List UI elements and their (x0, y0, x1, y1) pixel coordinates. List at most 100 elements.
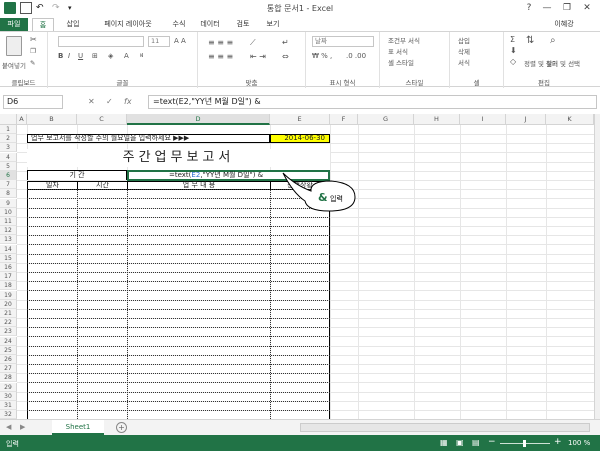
close-button[interactable]: ✕ (580, 2, 594, 14)
zoom-slider-thumb[interactable] (523, 440, 526, 447)
horizontal-scrollbar[interactable] (300, 423, 590, 432)
tab-file[interactable]: 파일 (0, 18, 28, 31)
insert-function-icon[interactable]: fx (124, 97, 132, 106)
tab-formulas[interactable]: 수식 (168, 18, 190, 31)
restore-button[interactable]: ❐ (560, 2, 574, 14)
tab-view[interactable]: 보기 (262, 18, 284, 31)
row-header-1[interactable]: 1 (0, 125, 17, 134)
underline-icon[interactable]: U (78, 52, 83, 60)
row-header-5[interactable]: 5 (0, 161, 17, 171)
row-header-2[interactable]: 2 (0, 134, 17, 144)
clear-icon[interactable]: ◇ (510, 57, 516, 66)
copy-icon[interactable]: ❐ (30, 47, 36, 55)
page-break-view-icon[interactable]: ▤ (472, 438, 480, 447)
row-header-29[interactable]: 29 (0, 382, 17, 392)
column-header-b[interactable]: B (27, 114, 77, 125)
tab-insert[interactable]: 삽입 (60, 18, 86, 31)
row-header-23[interactable]: 23 (0, 327, 17, 337)
period-label[interactable]: 기 간 (27, 170, 127, 180)
report-table-body[interactable] (27, 190, 330, 419)
row-header-12[interactable]: 12 (0, 226, 17, 236)
minimize-button[interactable]: — (540, 2, 554, 14)
confirm-entry-icon[interactable]: ✓ (106, 97, 113, 106)
column-header-d[interactable]: D (127, 114, 270, 125)
align-top-icon[interactable]: ≡ ≡ ≡ (208, 38, 233, 47)
row-header-3[interactable]: 3 (0, 143, 17, 153)
column-header-f[interactable]: F (330, 114, 358, 125)
fill-color-icon[interactable]: ◈ (108, 52, 113, 60)
select-all-corner[interactable] (0, 114, 17, 125)
row-header-7[interactable]: 7 (0, 180, 17, 190)
cancel-entry-icon[interactable]: ✕ (88, 97, 95, 106)
decimal-icon[interactable]: .0 .00 (346, 52, 366, 60)
row-header-4[interactable]: 4 (0, 152, 17, 162)
orientation-icon[interactable]: ⟋ (250, 38, 256, 48)
zoom-in-button[interactable]: + (554, 437, 562, 447)
tab-data[interactable]: 데이터 (196, 18, 224, 31)
row-header-13[interactable]: 13 (0, 235, 17, 245)
fill-icon[interactable]: ⬇ (510, 46, 517, 55)
phonetic-icon[interactable]: ⱝ (140, 52, 143, 61)
row-header-18[interactable]: 18 (0, 281, 17, 291)
table-format-button[interactable]: 표 서식 (388, 46, 408, 56)
row-header-10[interactable]: 10 (0, 207, 17, 217)
row-header-24[interactable]: 24 (0, 336, 17, 346)
grow-font-icon[interactable]: A A (174, 37, 186, 45)
insert-cells-button[interactable]: 삽입 (458, 35, 470, 45)
instruction-cell[interactable]: 업무 보고서를 작성할 주의 월요일을 입력하세요 ▶▶▶ (27, 134, 270, 143)
scroll-left-icon[interactable]: ◀ (6, 423, 11, 431)
column-header-g[interactable]: G (358, 114, 414, 125)
column-header-i[interactable]: I (460, 114, 506, 125)
merge-center-icon[interactable]: ⇔ (282, 52, 289, 61)
formula-input[interactable]: =text(E2,"YY년 M월 D일") & (148, 95, 597, 109)
column-header-c[interactable]: C (77, 114, 127, 125)
help-button[interactable]: ? (522, 2, 536, 14)
wrap-text-icon[interactable]: ↵ (282, 38, 289, 47)
find-select-icon[interactable]: ⌕ (550, 35, 556, 46)
font-color-icon[interactable]: A (124, 52, 129, 60)
column-header-a[interactable]: A (17, 114, 27, 125)
page-layout-view-icon[interactable]: ▣ (456, 438, 464, 447)
row-header-32[interactable]: 32 (0, 410, 17, 419)
row-header-20[interactable]: 20 (0, 299, 17, 309)
vertical-scrollbar[interactable] (594, 114, 600, 419)
column-header-k[interactable]: K (546, 114, 594, 125)
row-header-31[interactable]: 31 (0, 401, 17, 410)
normal-view-icon[interactable]: ▦ (440, 438, 448, 447)
name-box[interactable]: D6 (3, 95, 63, 109)
autosum-icon[interactable]: Σ (510, 35, 515, 44)
font-size-input[interactable]: 11 (148, 36, 170, 47)
conditional-format-button[interactable]: 조건부 서식 (388, 35, 420, 45)
date-input-cell[interactable]: 2014-06-30 (270, 134, 330, 143)
row-header-22[interactable]: 22 (0, 318, 17, 328)
row-header-25[interactable]: 25 (0, 345, 17, 355)
column-header-h[interactable]: H (414, 114, 460, 125)
worksheet-grid[interactable]: A B C D E F G H I J K 1 2 3 4 5 6 7 8 9 10 11 12 13 1… (0, 114, 594, 419)
row-header-11[interactable]: 11 (0, 217, 17, 226)
row-header-6[interactable]: 6 (0, 171, 17, 180)
add-sheet-icon[interactable]: + (116, 422, 127, 433)
zoom-level[interactable]: 100 % (568, 439, 590, 447)
row-header-26[interactable]: 26 (0, 355, 17, 364)
format-painter-icon[interactable]: ✎ (30, 59, 35, 67)
format-cells-button[interactable]: 서식 (458, 57, 470, 67)
tab-review[interactable]: 검토 (232, 18, 254, 31)
delete-cells-button[interactable]: 삭제 (458, 46, 470, 56)
row-header-28[interactable]: 28 (0, 373, 17, 383)
row-header-30[interactable]: 30 (0, 391, 17, 401)
row-header-16[interactable]: 16 (0, 263, 17, 272)
number-format-select[interactable]: 날짜 (312, 36, 374, 47)
tab-page-layout[interactable]: 페이지 레이아웃 (92, 18, 164, 31)
row-header-17[interactable]: 17 (0, 272, 17, 282)
zoom-out-button[interactable]: − (488, 437, 496, 447)
row-header-21[interactable]: 21 (0, 309, 17, 318)
paste-icon[interactable] (6, 36, 22, 56)
find-select-label[interactable]: 찾기 및 선택 (546, 58, 580, 68)
scroll-right-icon[interactable]: ▶ (20, 423, 25, 431)
column-header-e[interactable]: E (270, 114, 330, 125)
row-header-8[interactable]: 8 (0, 189, 17, 199)
user-name[interactable]: 이혜강 (544, 18, 584, 31)
indent-icon[interactable]: ⇤ ⇥ (250, 52, 266, 61)
italic-icon[interactable]: I (68, 52, 70, 60)
row-header-14[interactable]: 14 (0, 244, 17, 254)
